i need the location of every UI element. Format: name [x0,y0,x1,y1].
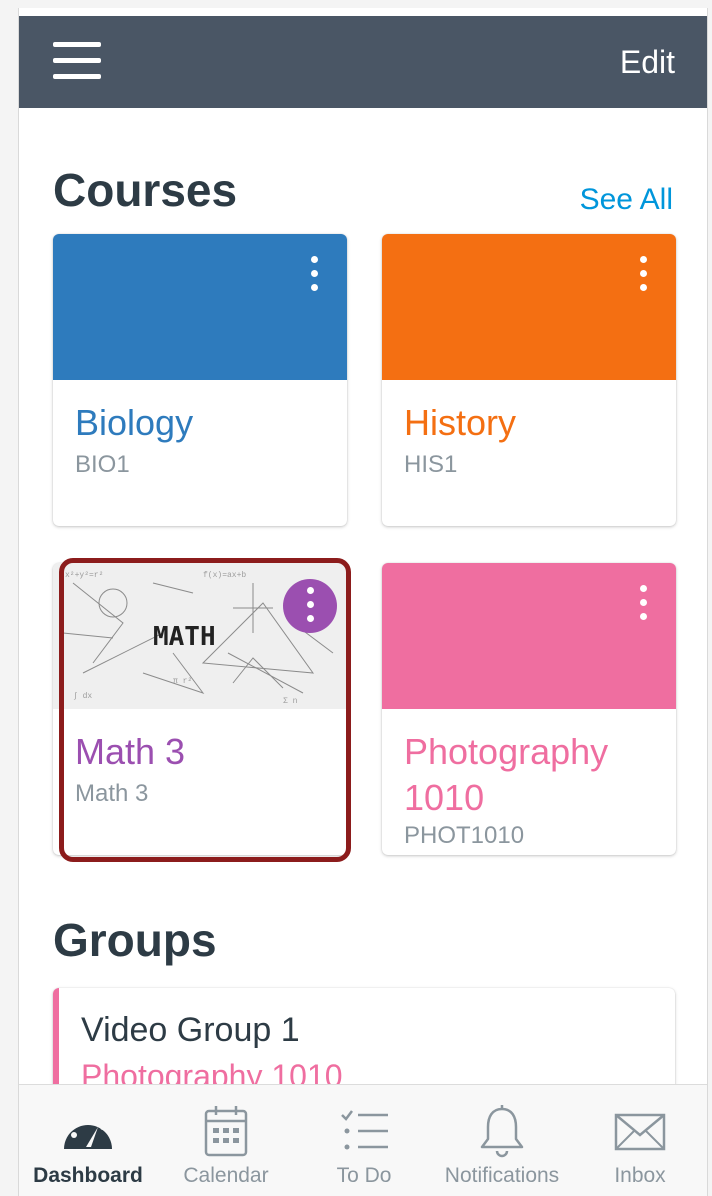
course-title: Biology [75,402,194,443]
course-card-biology[interactable]: Biology BIO1 [53,234,347,526]
svg-text:f(x)=ax+b: f(x)=ax+b [203,571,246,580]
course-card-color-band [53,234,347,380]
tab-label: Dashboard [33,1164,143,1187]
tab-calendar[interactable]: Calendar [157,1085,295,1196]
calendar-icon [204,1106,248,1157]
bottom-tab-bar: Dashboard Calendar To Do Notifications I… [19,1084,707,1196]
more-options-button[interactable] [283,579,337,633]
course-card-color-band [382,563,676,709]
tab-label: Calendar [183,1164,269,1187]
more-options-icon[interactable] [309,256,319,294]
device-frame: Edit Courses See All Biology BIO1 Histor… [0,0,712,1196]
tab-todo[interactable]: To Do [295,1085,433,1196]
svg-text:∫ dx: ∫ dx [73,692,92,701]
course-code: HIS1 [404,451,458,478]
courses-heading: Courses [53,164,238,216]
dashboard-icon [64,1116,112,1149]
svg-text:x²+y²=r²: x²+y²=r² [65,571,103,580]
hamburger-menu-icon[interactable] [53,42,101,82]
course-card-math-3[interactable]: x²+y²=r² f(x)=ax+b ∫ dx Σ n π r² MATH Ma… [53,563,347,855]
tab-label: To Do [336,1164,392,1187]
course-title: Photography 1010 [404,731,609,818]
envelope-icon [614,1113,666,1151]
more-options-icon[interactable] [638,256,648,294]
top-nav-bar: Edit [19,16,707,108]
bell-icon [480,1105,524,1158]
math-image-label: MATH [153,622,216,652]
todo-icon [341,1110,388,1150]
course-code: PHOT1010 [404,822,525,849]
tab-inbox[interactable]: Inbox [571,1085,707,1196]
svg-text:Σ n: Σ n [283,697,298,706]
course-card-photography[interactable]: Photography 1010 PHOT1010 [382,563,676,855]
course-card-image: x²+y²=r² f(x)=ax+b ∫ dx Σ n π r² MATH [53,563,347,709]
group-name: Video Group 1 [81,1011,300,1049]
course-code: Math 3 [75,780,149,807]
course-card-color-band [382,234,676,380]
course-title: History [404,402,517,443]
svg-text:π r²: π r² [173,677,192,686]
course-code: BIO1 [75,451,130,478]
see-all-link[interactable]: See All [580,180,673,220]
more-options-icon[interactable] [638,585,648,623]
course-card-history[interactable]: History HIS1 [382,234,676,526]
more-options-icon[interactable] [305,587,315,625]
groups-heading: Groups [53,914,217,966]
course-title: Math 3 [75,731,186,772]
edit-button[interactable]: Edit [620,42,675,82]
tab-label: Notifications [444,1164,560,1187]
tab-label: Inbox [614,1164,666,1187]
app-screen: Edit Courses See All Biology BIO1 Histor… [18,8,708,1196]
tab-notifications[interactable]: Notifications [433,1085,571,1196]
tab-dashboard[interactable]: Dashboard [19,1085,157,1196]
